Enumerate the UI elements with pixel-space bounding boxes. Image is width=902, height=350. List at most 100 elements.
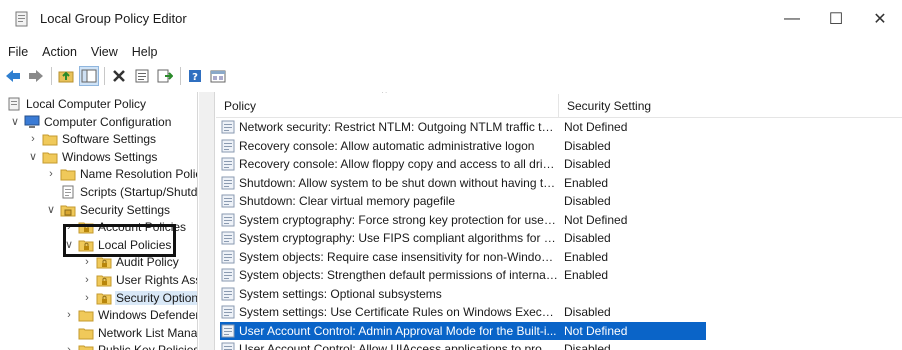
lock-folder-icon	[96, 272, 112, 288]
policy-row[interactable]: System objects: Require case insensitivi…	[220, 248, 706, 266]
window-title: Local Group Policy Editor	[40, 11, 187, 26]
policy-name: Recovery console: Allow automatic admini…	[239, 138, 535, 153]
security-setting-value: Enabled	[564, 268, 609, 282]
expand-chevron-icon[interactable]: ›	[80, 291, 94, 305]
policy-row[interactable]: System cryptography: Force strong key pr…	[220, 211, 706, 229]
expand-chevron-icon[interactable]: ›	[44, 167, 58, 181]
policy-row[interactable]: System objects: Strengthen default permi…	[220, 266, 706, 284]
menu-view[interactable]: View	[83, 42, 124, 62]
tree-item[interactable]: Scripts (Startup/Shutdc	[44, 183, 198, 201]
computer-policy-icon	[6, 96, 22, 112]
policy-row[interactable]: Shutdown: Clear virtual memory pagefile D…	[220, 192, 706, 210]
policy-row[interactable]: System settings: Use Certificate Rules o…	[220, 303, 706, 321]
policy-icon	[220, 286, 236, 302]
folder-icon	[42, 149, 58, 165]
menu-action[interactable]: Action	[34, 42, 83, 62]
tree-item[interactable]: Local Computer Policy	[4, 95, 147, 113]
policy-name: System cryptography: Use FIPS compliant …	[239, 231, 559, 245]
expand-chevron-icon[interactable]: ›	[62, 308, 76, 322]
collapse-chevron-icon[interactable]: ∨	[44, 203, 58, 217]
policy-name: Shutdown: Clear virtual memory pagefile	[239, 194, 456, 208]
tree-item-label: Windows Settings	[62, 149, 158, 164]
tree-item[interactable]: › Name Resolution Polic	[44, 165, 198, 183]
security-setting-value: Disabled	[564, 157, 611, 171]
security-setting-value: Not Defined	[564, 120, 628, 134]
forward-arrow-icon[interactable]	[26, 66, 46, 86]
help-icon[interactable]: ?	[185, 66, 205, 86]
policy-name: User Account Control: Admin Approval Mod…	[239, 323, 557, 338]
policy-name: System objects: Require case insensitivi…	[239, 249, 559, 264]
policy-row[interactable]: User Account Control: Admin Approval Mod…	[220, 321, 706, 340]
policy-icon	[220, 193, 236, 209]
policy-name: System objects: Strengthen default permi…	[239, 268, 559, 282]
policy-name: Shutdown: Allow system to be shut down w…	[239, 175, 559, 190]
collapse-chevron-icon[interactable]: ∨	[8, 115, 22, 129]
security-setting-value: Disabled	[564, 231, 611, 245]
collapse-chevron-icon[interactable]: ∨	[26, 150, 40, 164]
script-icon	[60, 184, 76, 200]
column-header-policy[interactable]: Policy	[216, 94, 558, 118]
folder-icon	[60, 166, 76, 182]
expand-chevron-icon[interactable]: ›	[62, 343, 76, 350]
back-arrow-icon[interactable]	[3, 66, 23, 86]
policy-row[interactable]: Shutdown: Allow system to be shut down w…	[220, 174, 706, 192]
minimize-button[interactable]: —	[770, 4, 814, 34]
tree-item-label: Audit Policy	[116, 255, 179, 270]
policy-row[interactable]: Network security: Restrict NTLM: Outgoin…	[220, 118, 706, 136]
policy-icon	[220, 323, 236, 339]
tree-item-label: Scripts (Startup/Shutdc	[80, 185, 198, 199]
tree-item-label: Name Resolution Polic	[80, 167, 198, 182]
tree-item[interactable]: ∨ Computer Configuration	[8, 113, 172, 131]
menu-help[interactable]: Help	[124, 42, 164, 62]
delete-icon[interactable]	[109, 66, 129, 86]
folder-icon	[42, 131, 58, 147]
expand-chevron-icon[interactable]: ›	[80, 255, 94, 269]
export-list-icon[interactable]	[155, 66, 175, 86]
maximize-button[interactable]: ☐	[814, 4, 858, 34]
expand-chevron-icon[interactable]: ›	[80, 273, 94, 287]
policy-row[interactable]: Recovery console: Allow floppy copy and …	[220, 155, 706, 173]
security-setting-value: Disabled	[564, 138, 611, 153]
menu-file[interactable]: File	[0, 42, 34, 62]
title-bar: Local Group Policy Editor — ☐ ✕	[0, 0, 902, 38]
policy-row[interactable]: User Account Control: Allow UIAccess app…	[220, 340, 706, 350]
policy-icon	[220, 119, 236, 135]
policy-name: User Account Control: Allow UIAccess app…	[239, 342, 559, 350]
tree-item[interactable]: › Windows Defender	[62, 306, 197, 324]
tree-item[interactable]: Network List Mana	[62, 324, 198, 342]
tree-item[interactable]: › Software Settings	[26, 130, 157, 148]
folder-icon	[78, 307, 94, 323]
close-button[interactable]: ✕	[858, 4, 902, 34]
expand-chevron-icon[interactable]: ›	[26, 132, 40, 146]
pane-splitter[interactable]	[199, 92, 215, 350]
toolbar: ?	[0, 64, 902, 88]
tree-item[interactable]: ∨ Windows Settings	[26, 148, 158, 166]
policy-icon	[220, 156, 236, 172]
tree-item[interactable]: › Security Option	[80, 289, 198, 307]
tree-item-label: Network List Mana	[98, 325, 198, 340]
column-header-security-setting[interactable]: Security Setting	[558, 94, 708, 118]
policy-row[interactable]: System settings: Optional subsystems	[220, 285, 706, 303]
up-folder-icon[interactable]	[56, 66, 76, 86]
tree-item-label: Security Settings	[80, 202, 171, 217]
policy-icon	[220, 267, 236, 283]
properties-icon[interactable]	[132, 66, 152, 86]
security-setting-value: Not Defined	[564, 323, 628, 338]
tree-item[interactable]: ∨ Security Settings	[44, 201, 171, 219]
folder-icon	[78, 325, 94, 341]
policy-name: System settings: Optional subsystems	[239, 286, 442, 301]
policy-name: Recovery console: Allow floppy copy and …	[239, 157, 559, 171]
no-expander	[62, 326, 76, 340]
security-setting-value: Enabled	[564, 175, 609, 190]
policy-icon	[220, 304, 236, 320]
show-hide-tree-icon[interactable]	[79, 66, 99, 86]
policy-row[interactable]: System cryptography: Use FIPS compliant …	[220, 229, 706, 247]
tree-item[interactable]: › Public Key Policies	[62, 341, 197, 350]
highlight-box-annotation	[63, 224, 176, 257]
tree-item-label: Public Key Policies	[97, 343, 197, 350]
policy-row[interactable]: Recovery console: Allow automatic admini…	[220, 137, 706, 155]
policy-icon	[220, 212, 236, 228]
extended-view-icon[interactable]	[208, 66, 228, 86]
tree-item[interactable]: › User Rights Ass	[80, 271, 197, 289]
tree-item-label: Security Option	[115, 290, 198, 305]
